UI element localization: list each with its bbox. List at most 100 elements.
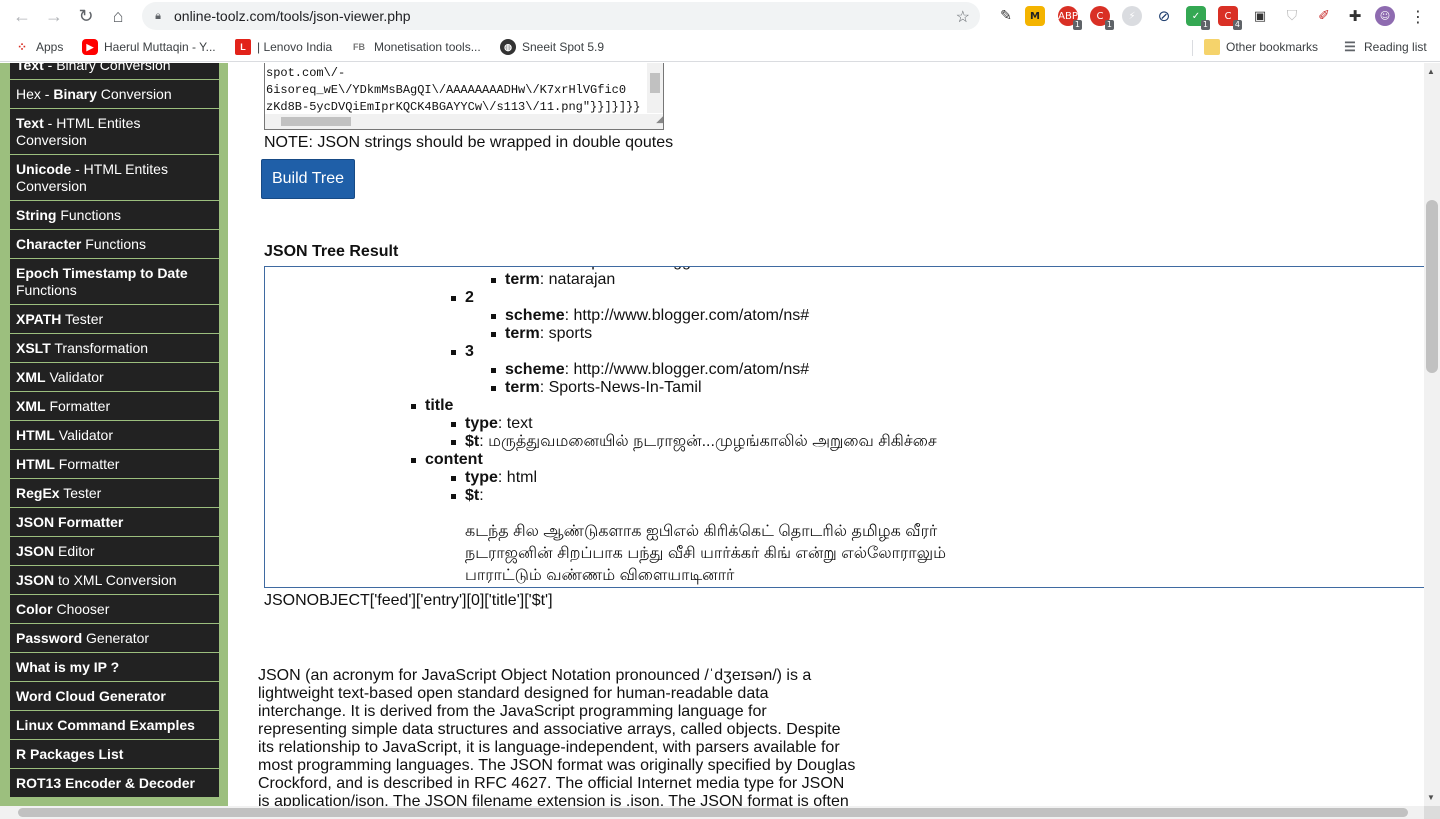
sidebar-item-keyword: Text xyxy=(16,63,44,73)
home-button[interactable]: ⌂ xyxy=(102,0,134,32)
tree-node-key: type xyxy=(465,469,498,486)
sidebar-item[interactable]: ROT13 Encoder & Decoder xyxy=(10,769,219,798)
json-input-text[interactable]: spot.com\/- 6isoreq_wE\/YDkmMsBAgQI\/AAAA… xyxy=(265,63,663,116)
sidebar-item[interactable]: Password Generator xyxy=(10,624,219,653)
tree-node-value: : text xyxy=(497,415,533,432)
sidebar-item[interactable]: Text - Binary Conversion xyxy=(10,63,219,80)
resize-handle[interactable]: ◢ xyxy=(647,114,663,129)
sidebar-item-keyword: JSON Formatter xyxy=(16,514,124,530)
sidebar-item[interactable]: Unicode - HTML Entites Conversion xyxy=(10,155,219,201)
tree-node-value: : html xyxy=(497,469,538,486)
textarea-vertical-scrollbar[interactable] xyxy=(647,63,663,113)
address-bar[interactable]: 🔒︎ online-toolz.com/tools/json-viewer.ph… xyxy=(142,2,980,30)
build-tree-button[interactable]: Build Tree xyxy=(261,159,355,199)
back-button[interactable]: ← xyxy=(6,0,38,32)
bookmark-youtube[interactable]: ▶ Haerul Muttaqin - Y... xyxy=(82,39,216,55)
tree-node-key: content xyxy=(425,451,483,468)
bookmark-separator xyxy=(1192,40,1193,56)
sidebar-item[interactable]: HTML Validator xyxy=(10,421,219,450)
sidebar-item[interactable]: JSON Editor xyxy=(10,537,219,566)
extensions-puzzle-icon[interactable]: ✚ xyxy=(1345,6,1365,26)
scroll-up-arrow-icon[interactable]: ▲ xyxy=(1427,67,1435,76)
bookmark-sneeit[interactable]: ◍ Sneeit Spot 5.9 xyxy=(500,39,604,55)
sidebar-item[interactable]: XSLT Transformation xyxy=(10,334,219,363)
page-vertical-scrollbar[interactable]: ▲ ▼ xyxy=(1424,63,1440,806)
m-extension-icon[interactable]: M xyxy=(1025,6,1045,26)
page-scroll-thumb[interactable] xyxy=(1426,200,1438,373)
sidebar-item[interactable]: Character Functions xyxy=(10,230,219,259)
sidebar-item-label: Transformation xyxy=(50,340,149,356)
page-hscroll-thumb[interactable] xyxy=(18,808,1408,817)
sidebar-item[interactable]: JSON Formatter xyxy=(10,508,219,537)
bookmark-apps[interactable]: ⁘ Apps xyxy=(14,39,63,55)
sidebar-item[interactable]: Color Chooser xyxy=(10,595,219,624)
red-extension-icon[interactable]: C1 xyxy=(1090,6,1114,30)
bookmark-star-icon[interactable]: ☆ xyxy=(956,7,970,27)
globe-icon: ◍ xyxy=(500,39,516,55)
result-heading: JSON Tree Result xyxy=(264,243,399,260)
textarea-horizontal-scrollbar[interactable] xyxy=(265,114,647,129)
textarea-hscroll-thumb[interactable] xyxy=(281,117,351,126)
forward-button[interactable]: → xyxy=(38,0,70,32)
sidebar-item-label: Functions xyxy=(56,207,122,223)
tree-node-key: scheme xyxy=(505,361,565,378)
sidebar-item-label: Tester xyxy=(61,311,104,327)
sidebar-item[interactable]: R Packages List xyxy=(10,740,219,769)
bookmark-other[interactable]: Other bookmarks xyxy=(1204,39,1318,55)
sidebar-item[interactable]: Text - HTML Entites Conversion xyxy=(10,109,219,155)
reading-list[interactable]: ☰ Reading list xyxy=(1342,39,1427,55)
sidebar-item-keyword: Color xyxy=(16,601,53,617)
url-text[interactable]: online-toolz.com/tools/json-viewer.php xyxy=(174,8,411,24)
sidebar-item[interactable]: HTML Formatter xyxy=(10,450,219,479)
lock-icon[interactable]: 🔒︎ xyxy=(152,9,164,23)
note-text: NOTE: JSON strings should be wrapped in … xyxy=(264,134,674,151)
red-shield-extension-icon[interactable]: C4 xyxy=(1218,6,1242,30)
sidebar-item[interactable]: XML Formatter xyxy=(10,392,219,421)
sidebar-item[interactable]: RegEx Tester xyxy=(10,479,219,508)
sidebar-item-label: Functions xyxy=(16,282,77,298)
abp-extension-icon[interactable]: ABP 1 xyxy=(1058,6,1082,30)
bolt-extension-icon[interactable]: ⚡ xyxy=(1122,6,1142,26)
tree-node: 2 xyxy=(465,289,474,307)
block-extension-icon[interactable]: ⊘ xyxy=(1154,6,1174,26)
sidebar-item-keyword: JSON xyxy=(16,543,55,559)
bookmark-label: Sneeit Spot 5.9 xyxy=(522,40,605,54)
eyedropper-extension-icon[interactable]: ✎ xyxy=(996,6,1016,26)
sidebar-item[interactable]: What is my IP ? xyxy=(10,653,219,682)
sidebar-item-keyword: XML xyxy=(16,398,46,414)
window-extension-icon[interactable]: ▣ xyxy=(1250,6,1270,26)
sidebar-item-keyword: RegEx xyxy=(16,485,60,501)
sidebar-item[interactable]: XML Validator xyxy=(10,363,219,392)
sidebar-item[interactable]: Epoch Timestamp to Date Functions xyxy=(10,259,219,305)
lenovo-icon: L xyxy=(235,39,251,55)
grey-shield-extension-icon[interactable]: ⛉ xyxy=(1282,6,1302,26)
tree-bullet-icon xyxy=(451,494,456,499)
sidebar-item-label: Validator xyxy=(45,369,104,385)
reload-button[interactable]: ↻ xyxy=(70,0,102,32)
sidebar-item[interactable]: Hex - Binary Conversion xyxy=(10,80,219,109)
pen-extension-icon[interactable]: ✐ xyxy=(1314,6,1334,26)
bookmark-lenovo[interactable]: L | Lenovo India xyxy=(235,39,332,55)
tree-bullet-icon xyxy=(411,458,416,463)
textarea-scroll-thumb[interactable] xyxy=(650,73,660,93)
sidebar-item-keyword: HTML xyxy=(16,456,55,472)
menu-kebab-icon[interactable]: ⋮ xyxy=(1408,6,1428,26)
scroll-down-arrow-icon[interactable]: ▼ xyxy=(1427,793,1435,802)
sidebar-item[interactable]: XPATH Tester xyxy=(10,305,219,334)
profile-avatar[interactable]: ☺ xyxy=(1375,6,1395,26)
sidebar-item[interactable]: JSON to XML Conversion xyxy=(10,566,219,595)
sidebar-item[interactable]: String Functions xyxy=(10,201,219,230)
bookmark-monetisation[interactable]: FB Monetisation tools... xyxy=(350,39,481,55)
json-tree-result[interactable]: scheme: http://www.blogger.com/atom/ns#t… xyxy=(264,266,1424,588)
tree-node-value: : http://www.blogger.com/atom/ns# xyxy=(564,361,810,378)
sidebar-item[interactable]: Word Cloud Generator xyxy=(10,682,219,711)
tree-node-key: scheme xyxy=(505,267,565,270)
sidebar-item[interactable]: Linux Command Examples xyxy=(10,711,219,740)
sidebar-item-keyword: R Packages List xyxy=(16,746,124,762)
json-path: JSONOBJECT['feed']['entry'][0]['title'][… xyxy=(264,592,553,609)
shield-extension-icon[interactable]: ✓ 1 xyxy=(1186,6,1210,30)
page-horizontal-scrollbar[interactable] xyxy=(0,806,1424,819)
sidebar-item-label: Formatter xyxy=(54,456,120,472)
tree-node: 3 xyxy=(465,343,474,361)
json-input-textarea[interactable]: spot.com\/- 6isoreq_wE\/YDkmMsBAgQI\/AAAA… xyxy=(264,63,664,130)
